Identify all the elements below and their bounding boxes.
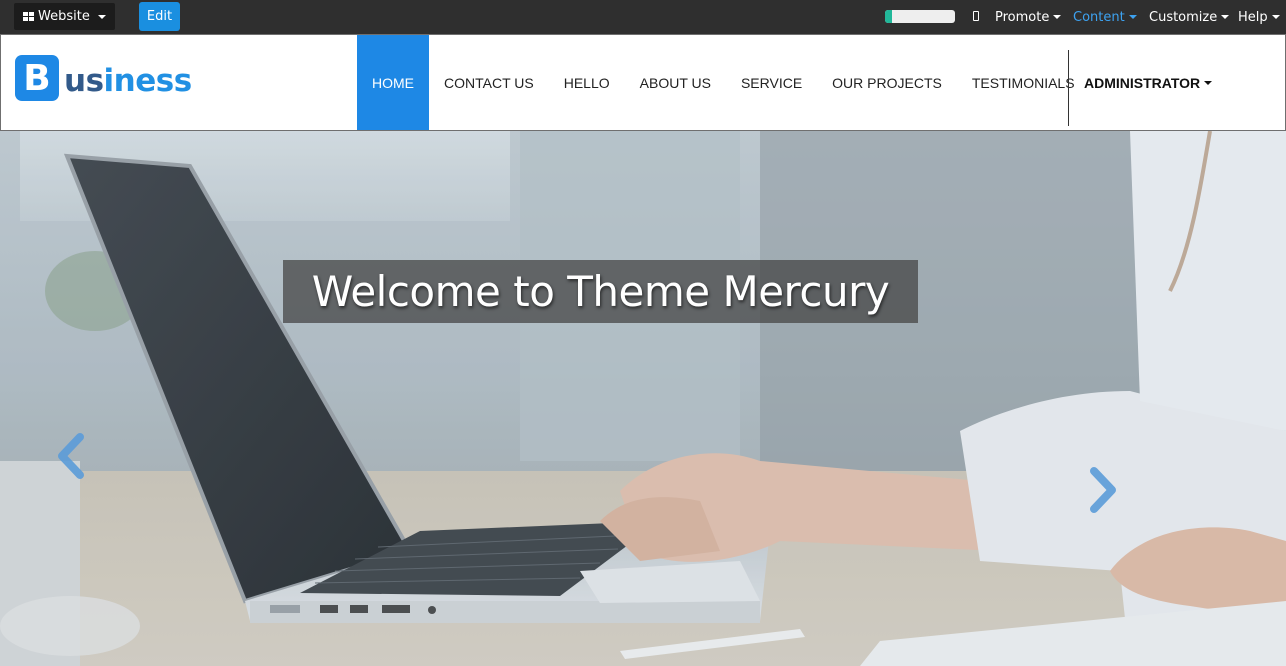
carousel-caption-text: Welcome to Theme Mercury	[311, 267, 890, 316]
caret-down-icon	[97, 14, 106, 19]
caret-down-icon	[1204, 80, 1213, 85]
main-nav: HOME CONTACT US HELLO ABOUT US SERVICE O…	[357, 35, 1090, 130]
nav-item-service[interactable]: SERVICE	[726, 35, 817, 130]
site-header: B usiness HOME CONTACT US HELLO ABOUT US…	[0, 34, 1286, 131]
caret-down-icon	[1128, 15, 1137, 19]
chevron-left-icon[interactable]	[52, 431, 88, 481]
chevron-right-icon[interactable]	[1086, 465, 1122, 515]
administrator-menu-label: ADMINISTRATOR	[1084, 74, 1201, 91]
website-menu-button[interactable]: Website	[14, 3, 115, 30]
nav-item-testimonials[interactable]: TESTIMONIALS	[957, 35, 1090, 130]
nav-divider	[1068, 50, 1069, 126]
promote-menu[interactable]: Promote	[995, 0, 1062, 34]
logo-wordmark-dark: us	[64, 63, 104, 99]
logo-wordmark-blue: iness	[103, 63, 193, 99]
nav-item-contact-us[interactable]: CONTACT US	[429, 35, 549, 130]
site-logo[interactable]: B usiness	[15, 55, 192, 101]
content-menu[interactable]: Content	[1073, 0, 1137, 34]
customize-menu-label: Customize	[1149, 9, 1218, 25]
admin-bar: Website Edit Promote Content Customize H…	[0, 0, 1286, 34]
content-menu-label: Content	[1073, 9, 1125, 25]
onboarding-progress-bar[interactable]	[885, 10, 955, 23]
caret-down-icon	[1053, 15, 1062, 19]
nav-item-about-us[interactable]: ABOUT US	[625, 35, 726, 130]
logo-initial: B	[15, 55, 59, 101]
apps-grid-icon	[23, 11, 34, 22]
edit-button[interactable]: Edit	[139, 2, 180, 31]
nav-item-hello[interactable]: HELLO	[549, 35, 625, 130]
nav-item-home[interactable]: HOME	[357, 35, 429, 130]
hero-carousel: Welcome to Theme Mercury	[0, 131, 1286, 666]
nav-item-our-projects[interactable]: OUR PROJECTS	[817, 35, 957, 130]
progress-bar-fill	[885, 10, 892, 23]
help-menu[interactable]: Help	[1238, 0, 1280, 34]
logo-wordmark: usiness	[64, 63, 192, 99]
carousel-caption: Welcome to Theme Mercury	[283, 260, 918, 323]
customize-menu[interactable]: Customize	[1149, 0, 1230, 34]
administrator-menu[interactable]: ADMINISTRATOR	[1084, 35, 1213, 130]
website-menu-label: Website	[38, 9, 90, 24]
hero-background-image	[0, 131, 1286, 666]
caret-down-icon	[1271, 15, 1280, 19]
help-menu-label: Help	[1238, 9, 1268, 25]
caret-down-icon	[1221, 15, 1230, 19]
promote-menu-label: Promote	[995, 9, 1050, 25]
mobile-preview-icon[interactable]	[973, 11, 979, 21]
